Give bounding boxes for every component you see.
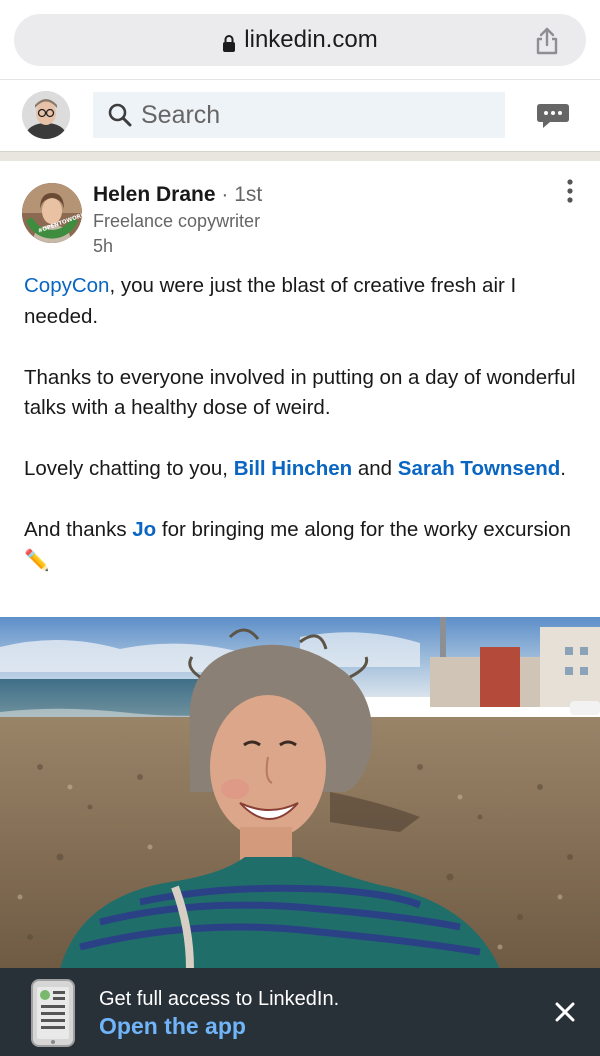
open-app-banner[interactable]: Get full access to LinkedIn. Open the ap…: [0, 968, 600, 1056]
post-text-segment: And thanks: [24, 518, 133, 541]
pencil-emoji: ✏️: [24, 548, 50, 572]
author-headline: Freelance copywriter: [93, 211, 261, 231]
post-text-segment: and: [352, 457, 398, 480]
post-text-segment: Lovely chatting to you,: [24, 457, 234, 480]
banner-message: Get full access to LinkedIn.: [99, 988, 340, 1010]
post-paragraph: Thanks to everyone involved in putting o…: [24, 363, 584, 424]
mention-link[interactable]: CopyCon: [24, 274, 109, 297]
open-app-link[interactable]: Open the app: [99, 1013, 246, 1040]
mention-link[interactable]: Sarah Townsend: [398, 457, 561, 480]
share-icon[interactable]: [532, 26, 562, 56]
post-paragraph: Lovely chatting to you, Bill Hinchen and…: [24, 454, 584, 485]
lock-icon: [222, 31, 236, 52]
post-paragraph: CopyCon, you were just the blast of crea…: [24, 271, 584, 332]
url-text: linkedin.com: [244, 26, 378, 53]
post-text-segment: .: [560, 457, 566, 480]
browser-bar: linkedin.com: [0, 0, 600, 80]
messaging-icon[interactable]: [536, 101, 570, 131]
search-input[interactable]: [141, 100, 481, 130]
mention-link[interactable]: Bill Hinchen: [234, 457, 352, 480]
close-icon[interactable]: [552, 999, 578, 1025]
phone-app-icon: [31, 979, 75, 1047]
post-image[interactable]: [0, 617, 600, 969]
feed-divider: [0, 151, 600, 161]
post-text-segment: for bringing me along for the worky excu…: [156, 518, 571, 541]
linkedin-header: [0, 81, 600, 151]
author-avatar[interactable]: #OPENTOWORK: [22, 183, 82, 243]
post-timestamp: 5h: [93, 236, 114, 256]
avatar[interactable]: [22, 91, 70, 139]
url-bar[interactable]: linkedin.com: [14, 14, 586, 66]
post-paragraph: And thanks Jo for bringing me along for …: [24, 515, 584, 576]
more-options-icon[interactable]: [562, 179, 578, 203]
connection-separator: ·: [215, 183, 235, 206]
author-name[interactable]: Helen Drane: [93, 183, 216, 206]
connection-degree: 1st: [234, 183, 263, 206]
post-body: CopyCon, you were just the blast of crea…: [24, 271, 584, 576]
search-icon: [108, 103, 132, 127]
mention-link[interactable]: Jo: [132, 518, 156, 541]
search-bar[interactable]: [93, 92, 505, 138]
author-line: Helen Drane · 1st: [93, 183, 262, 207]
post-text-segment: Thanks to everyone involved in putting o…: [24, 365, 576, 420]
